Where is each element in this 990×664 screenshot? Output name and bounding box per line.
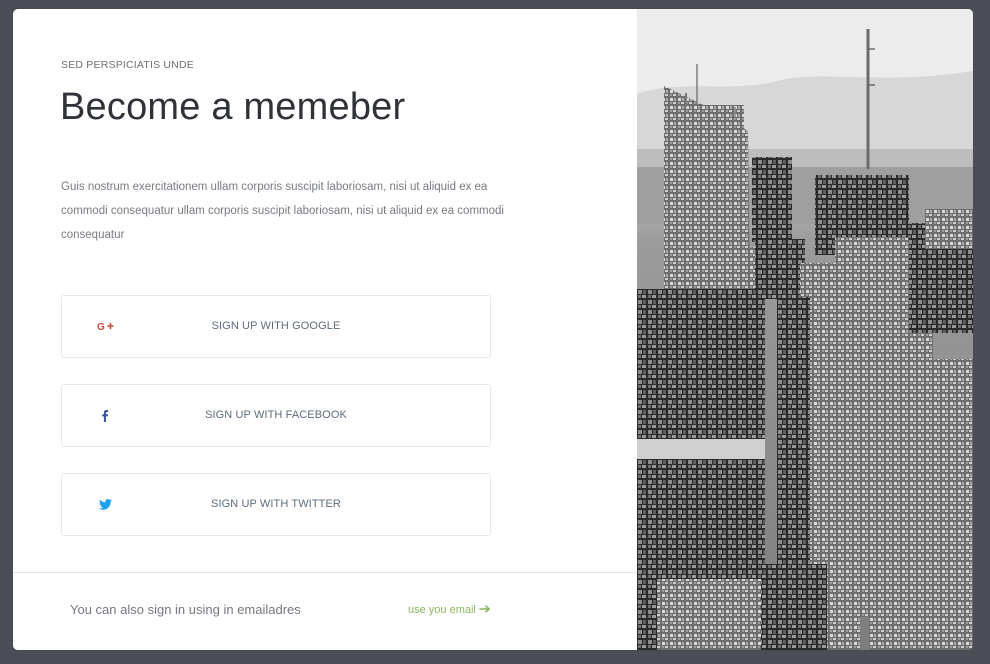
email-signin-footer: You can also sign in using in emailadres…	[13, 572, 637, 650]
use-email-label: use you email	[408, 604, 476, 616]
google-signup-label: SIGN UP WITH GOOGLE	[211, 320, 341, 332]
eyebrow-text: SED PERSPICIATIS UNDE	[61, 59, 194, 71]
arrow-right-icon	[479, 604, 491, 616]
signup-panel: SED PERSPICIATIS UNDE Become a memeber G…	[13, 9, 637, 650]
use-email-link[interactable]: use you email	[408, 604, 491, 616]
signup-card: SED PERSPICIATIS UNDE Become a memeber G…	[13, 9, 973, 650]
page-title: Become a memeber	[60, 86, 406, 128]
facebook-signup-label: SIGN UP WITH FACEBOOK	[205, 409, 347, 421]
city-photo	[637, 9, 973, 650]
description-text: Guis nostrum exercitationem ullam corpor…	[61, 181, 504, 241]
twitter-signup-button[interactable]: SIGN UP WITH TWITTER	[61, 473, 491, 536]
city-skyline-image	[637, 9, 973, 650]
google-signup-button[interactable]: G SIGN UP WITH GOOGLE	[61, 295, 491, 358]
email-signin-text: You can also sign in using in emailadres	[70, 602, 301, 617]
facebook-signup-button[interactable]: SIGN UP WITH FACEBOOK	[61, 384, 491, 447]
twitter-signup-label: SIGN UP WITH TWITTER	[211, 498, 341, 510]
